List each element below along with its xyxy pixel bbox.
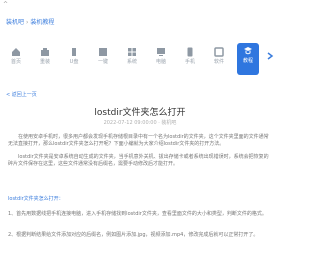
article-paragraph: 在使用安卓手机时，很多用户都会发现手机存储根目录中有一个名为lostdir的文件… [8, 134, 269, 147]
category-usb[interactable]: U盘 [64, 44, 84, 74]
phone-icon [187, 47, 193, 57]
category-label: 手机 [184, 59, 195, 65]
back-link[interactable]: < 返回上一页 [6, 91, 37, 98]
article-step: 2、根据判断结果给文件添加对应的后缀名，例如图片添加.jpg，视频添加.mp4，… [8, 232, 259, 238]
article-title: lostdir文件夹怎么打开 [94, 108, 186, 118]
category-computer[interactable]: 电脑 [151, 44, 171, 74]
article-paragraph: lostdir文件夹是安卓系统自动生成的文件夹，当手机意外关机、拔出存储卡或者系… [8, 154, 269, 167]
category-label: 一键 [97, 59, 108, 65]
reinstall-icon [41, 48, 49, 56]
category-label: 系统 [126, 59, 137, 65]
category-label: U盘 [69, 59, 79, 65]
chevron-right-icon [267, 52, 274, 60]
home-icon [12, 48, 20, 56]
breadcrumb-section[interactable]: 装机教程 [30, 19, 54, 26]
category-system[interactable]: 系统 [122, 44, 142, 74]
category-next[interactable] [264, 44, 276, 74]
software-icon [214, 47, 224, 57]
category-label: 首页 [10, 59, 21, 65]
article-step: 1、首先用数据线把手机连接电脑，进入手机存储找到lostdir文件夹，查看里面文… [8, 211, 267, 217]
category-label: 重装 [39, 59, 50, 65]
article-meta: 2022-07-12 09:00:00 · 装机吧 [103, 120, 177, 126]
category-label: 软件 [213, 59, 224, 65]
category-oneclick[interactable]: 一键 [93, 44, 113, 74]
oneclick-icon [99, 48, 107, 56]
usb-icon [72, 48, 76, 56]
category-reinstall[interactable]: 重装 [35, 44, 55, 74]
breadcrumb-home[interactable]: 装机吧 [6, 19, 24, 26]
breadcrumb: 装机吧 › 装机教程 [6, 17, 54, 26]
category-bar: 首页 重装 U盘 一键 系统 电脑 手机 软件 教程 [2, 43, 278, 80]
tutorial-icon [244, 47, 252, 55]
category-software[interactable]: 软件 [209, 44, 229, 74]
category-tutorial[interactable]: 教程 [237, 43, 259, 75]
top-bar: ^ [0, 0, 280, 14]
category-phone[interactable]: 手机 [180, 44, 200, 74]
category-label: 教程 [242, 58, 253, 64]
top-mark: ^ [3, 1, 9, 8]
article-body: 在使用安卓手机时，很多用户都会发现手机存储根目录中有一个名为lostdir的文件… [8, 134, 270, 174]
category-label: 电脑 [155, 59, 166, 65]
category-home[interactable]: 首页 [6, 44, 26, 74]
system-icon [128, 48, 136, 56]
computer-icon [157, 48, 165, 56]
breadcrumb-separator: › [26, 19, 29, 26]
article-subheading: lostdir文件夹怎么打开： [8, 196, 64, 202]
